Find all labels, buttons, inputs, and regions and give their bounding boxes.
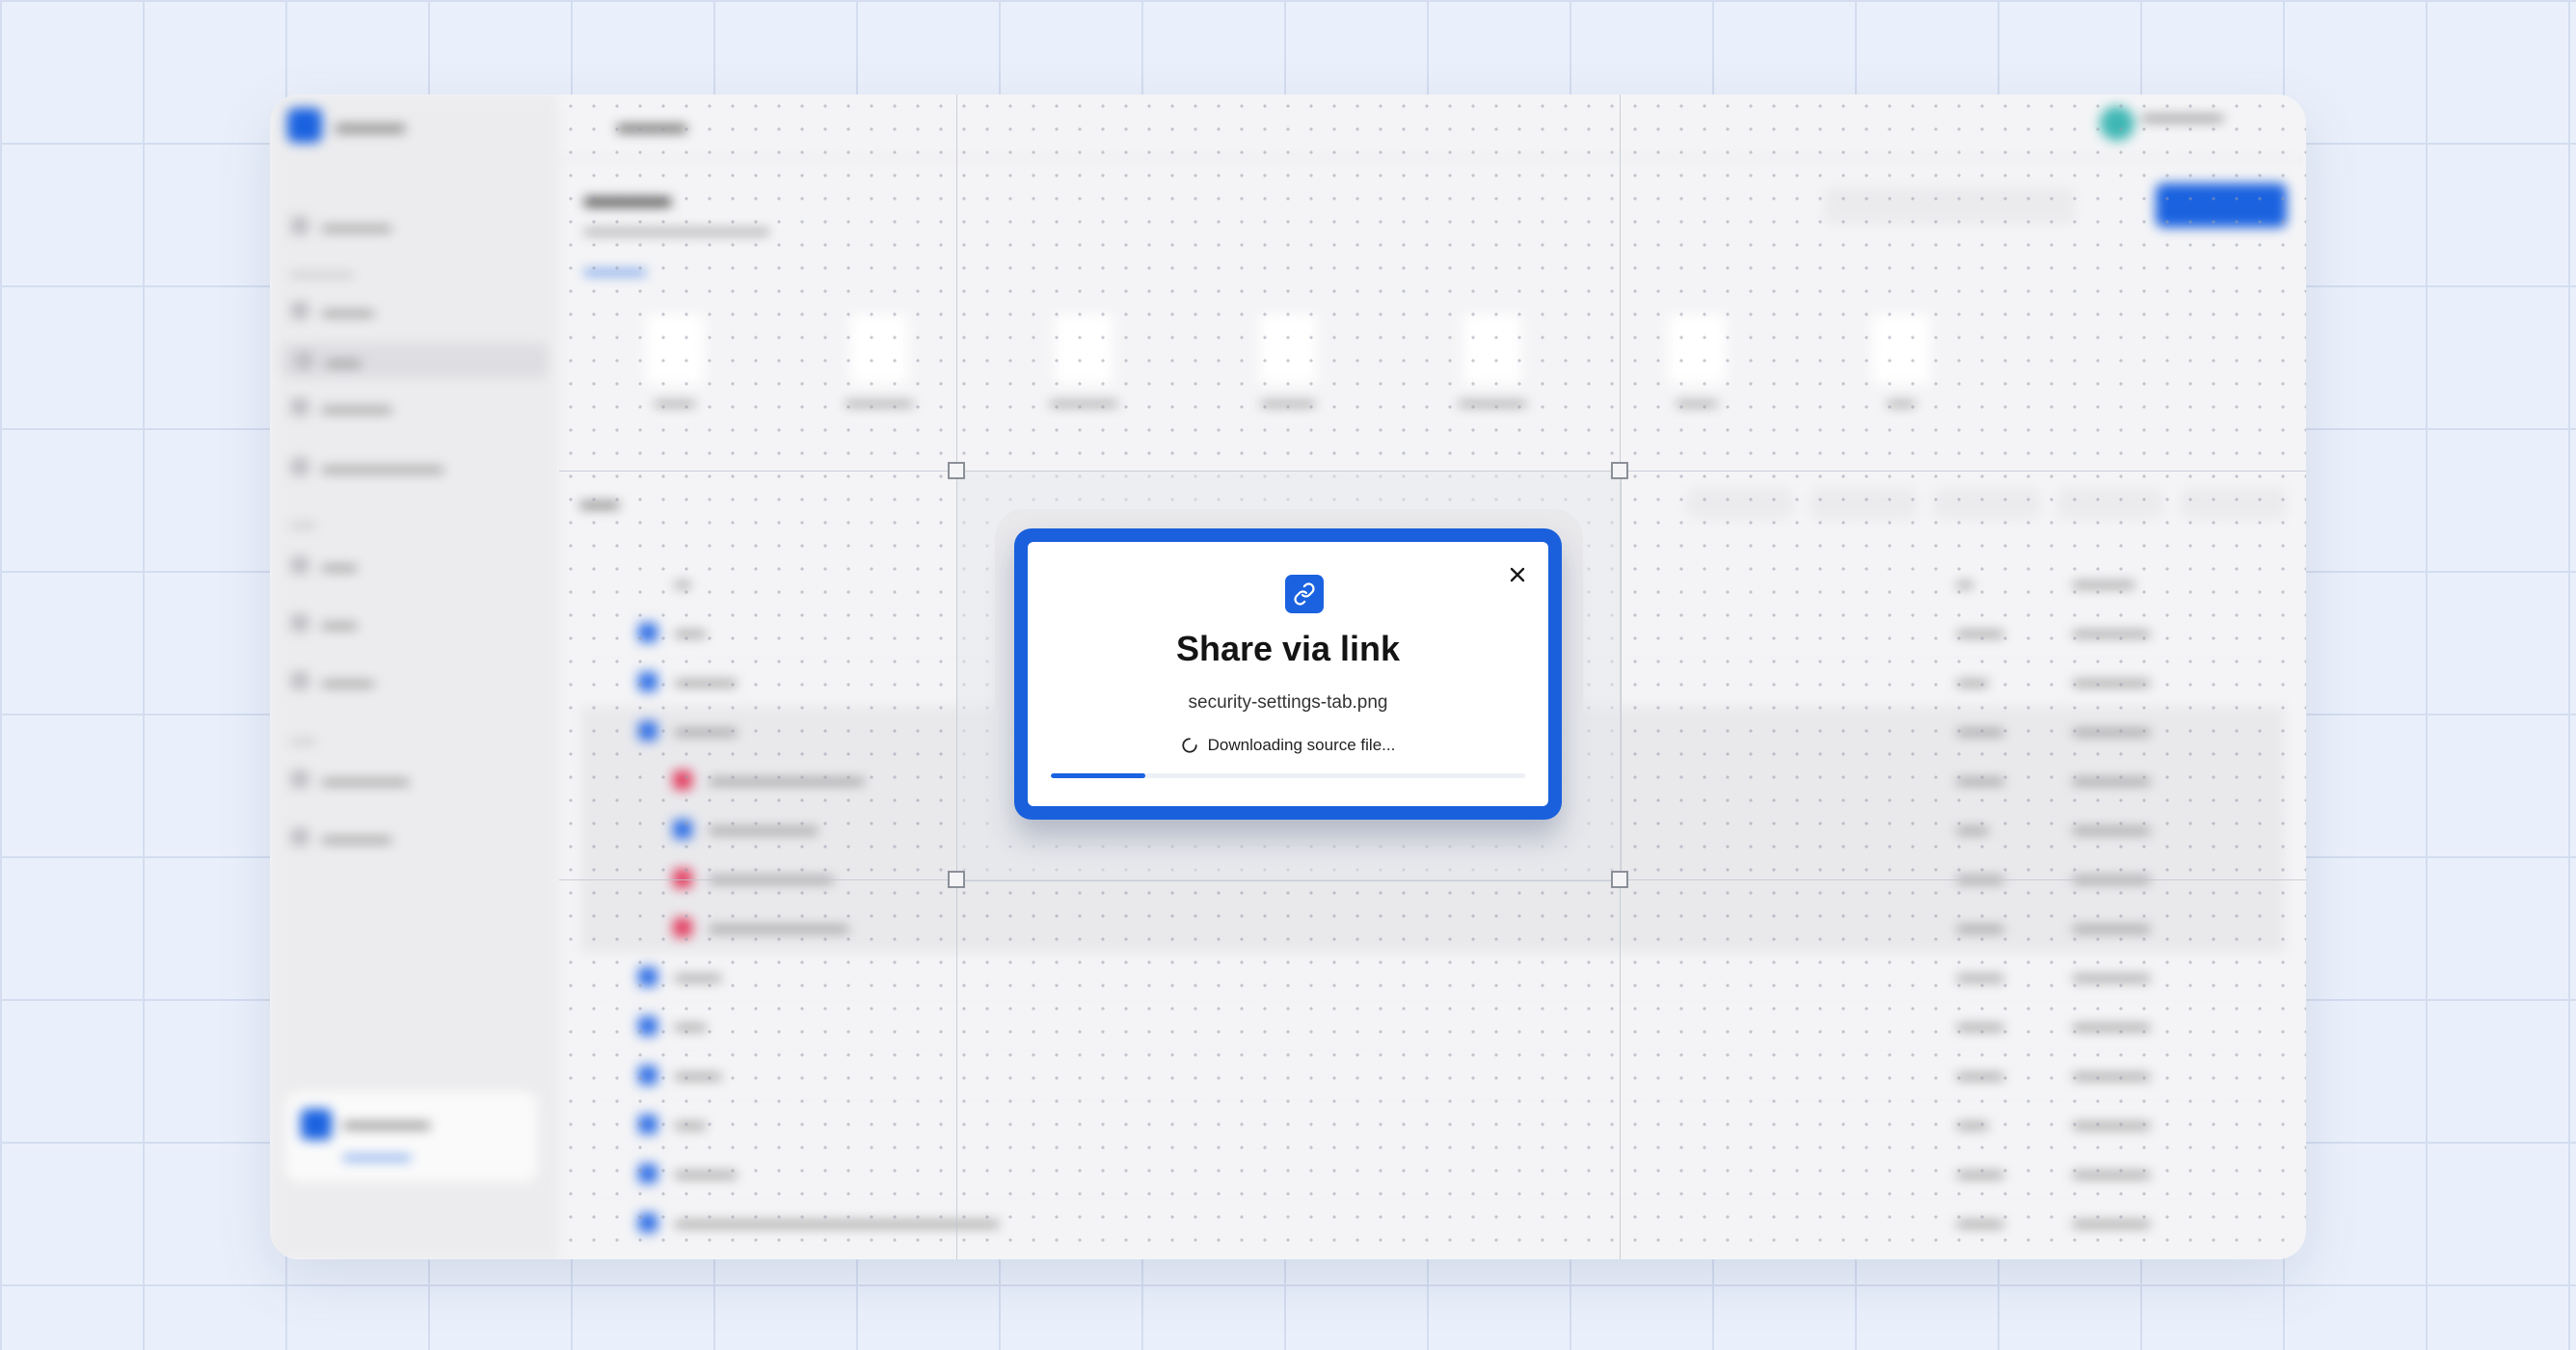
recent-file-card: ▬▬ (1843, 314, 1959, 409)
topbar: ▬▬▬ ▬▬▬▬▬▬ (559, 94, 2306, 160)
dialog-title: Share via link (1175, 629, 1401, 668)
recent-file-card: ▬▬▬▬▬ (1026, 314, 1141, 409)
page-subtitle-placeholder: ▬▬▬▬▬▬▬▬▬▬▬▬ (584, 222, 769, 238)
resize-handle-bottom-right[interactable] (1611, 871, 1628, 888)
close-icon (1510, 567, 1525, 582)
topbar-title-placeholder: ▬▬▬ (617, 112, 686, 138)
add-folder-link-placeholder: ▬▬▬▬ (584, 262, 646, 279)
link-icon (1285, 575, 1324, 613)
sidebar-item: ▬▬▬ (291, 663, 374, 698)
upgrade-title-placeholder: ▬▬▬▬▬ (343, 1113, 430, 1132)
table-row: ▬▬▬▬▬▬▬▬▬▬▬ (580, 1051, 2285, 1100)
sidebar-item: ▬▬▬▬ (291, 390, 391, 424)
progress-bar-fill (1051, 773, 1146, 778)
sidebar-item: ▬▬▬▬▬ (291, 762, 409, 796)
logo-text-placeholder: ▬▬▬ (335, 112, 405, 138)
primary-action-button (2156, 183, 2287, 228)
sidebar-item: ▬▬ (291, 606, 357, 640)
sidebar-item: ▬▬ (291, 548, 357, 582)
sidebar-item: ▬▬▬▬ (291, 208, 391, 243)
table-row: ▬▬▬▬▬▬▬▬▬▬▬▬▬▬▬▬▬▬▬▬▬ ▬▬▬ ▬▬▬▬▬ (580, 1199, 2285, 1248)
sidebar-section: ▬▬▬▬▬ (291, 266, 354, 280)
sidebar-section: ▬▬ (291, 517, 316, 530)
sidebar-item: ▬▬▬▬▬▬▬ (291, 449, 443, 484)
share-dialog: Share via link security-settings-tab.png… (1028, 542, 1548, 806)
table-row: ▬▬▬▬ ▬▬▬ ▬▬▬▬▬ (580, 1149, 2285, 1199)
sidebar: ▬▬▬ ▬▬▬▬ ▬▬▬▬▬ ▬▬▬ ▬▬ ▬▬▬▬ ▬▬▬▬▬▬▬ ▬▬ ▬▬… (270, 94, 559, 1259)
table-row: ▬▬ ▬▬▬ ▬▬▬▬▬ (580, 1002, 2285, 1051)
recent-file-card: ▬▬▬▬▬ (821, 314, 937, 409)
progress-bar (1051, 773, 1525, 778)
table-row: ▬▬ ▬▬ ▬▬▬▬▬ (580, 1100, 2285, 1149)
sidebar-item: ▬▬▬▬ (291, 820, 391, 854)
table-row: ▬▬▬▬▬▬▬▬▬▬▬ (580, 953, 2285, 1002)
spinner-icon (1182, 738, 1197, 753)
sidebar-item-active: ▬▬ (282, 343, 548, 378)
sidebar-section: ▬▬ (291, 733, 316, 746)
page-title-placeholder: ▬▬▬ (584, 181, 671, 213)
avatar (2100, 106, 2134, 141)
app-logo: ▬▬▬ (287, 108, 405, 143)
recent-file-card: ▬▬▬▬▬ (1435, 314, 1550, 409)
recent-files-row: ▬▬▬ ▬▬▬▬▬ ▬▬▬▬▬ ▬▬▬▬ ▬▬▬▬▬ ▬▬▬ ▬▬ (617, 314, 1959, 409)
share-dialog-frame: Share via link security-settings-tab.png… (1014, 528, 1562, 820)
recent-file-card: ▬▬▬ (617, 314, 733, 409)
status-text: Downloading source file... (1207, 736, 1396, 754)
recent-file-card: ▬▬▬▬ (1230, 314, 1346, 409)
file-name: security-settings-tab.png (1188, 692, 1388, 713)
search-input (1824, 187, 2075, 224)
resize-handle-bottom-left[interactable] (948, 871, 965, 888)
recent-file-card: ▬▬▬ (1639, 314, 1755, 409)
resize-handle-top-right[interactable] (1611, 462, 1628, 479)
download-status: Downloading source file... (1028, 736, 1548, 755)
filter-bar (1687, 488, 2287, 519)
upgrade-card: ▬▬▬▬▬ ▬▬▬▬▬ (285, 1092, 538, 1182)
resize-handle-top-left[interactable] (948, 462, 965, 479)
files-heading-placeholder: ▬▬ (580, 492, 619, 513)
user-name-placeholder: ▬▬▬▬▬▬ (2142, 108, 2223, 123)
table-row: ▬▬▬▬▬▬▬▬▬ ▬▬▬ ▬▬▬▬▬ (580, 904, 2285, 953)
sidebar-item: ▬▬▬ (291, 293, 374, 328)
logo-mark (287, 108, 322, 143)
upgrade-link-placeholder: ▬▬▬▬▬ (343, 1148, 411, 1163)
upgrade-icon (301, 1109, 332, 1140)
close-button[interactable] (1502, 559, 1533, 590)
